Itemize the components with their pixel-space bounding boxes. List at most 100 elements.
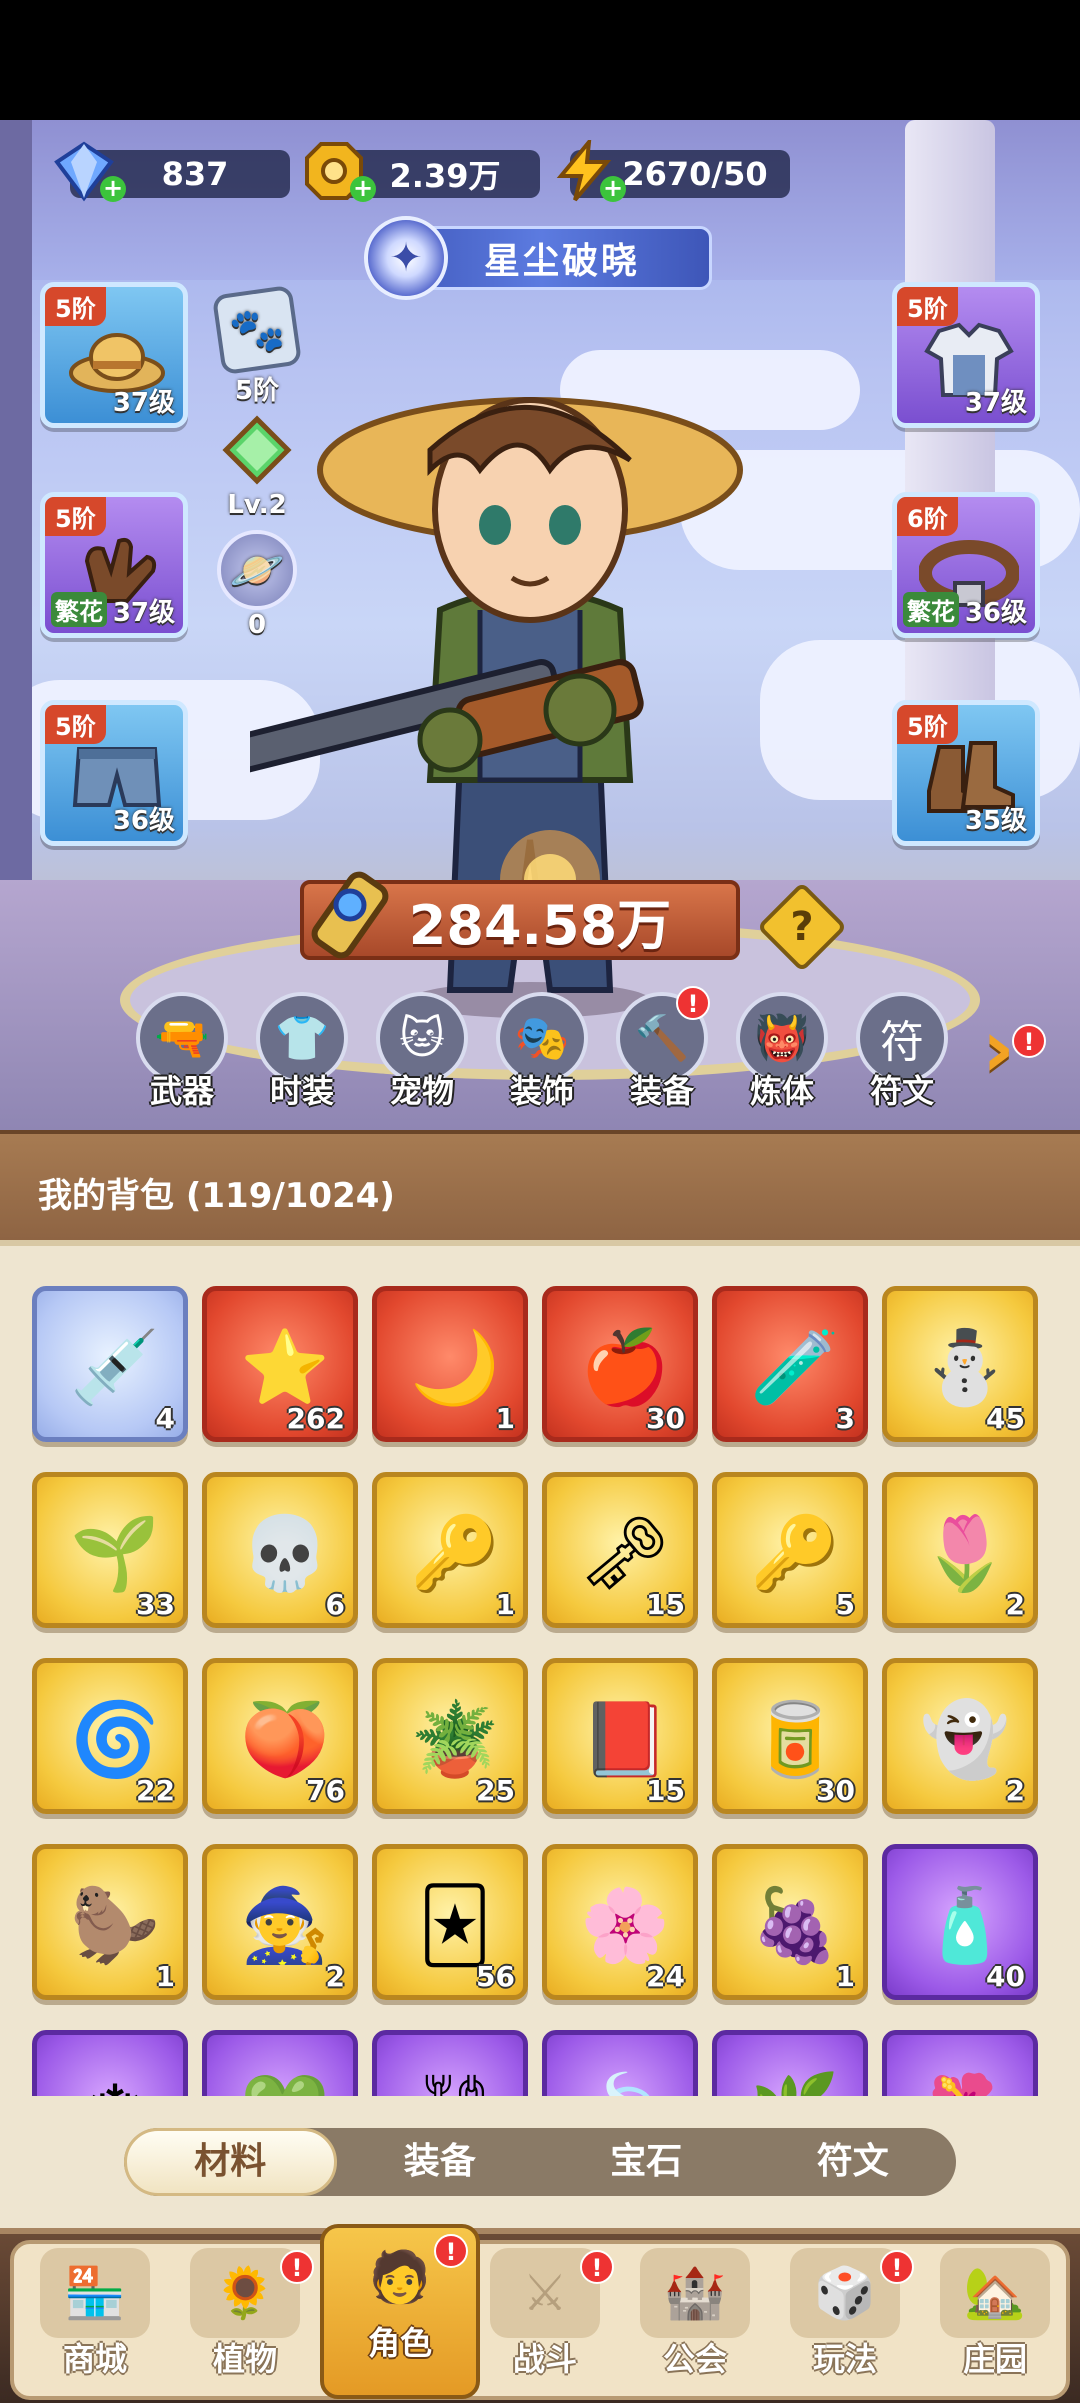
func-rune[interactable]: 符 符文 <box>850 992 954 1116</box>
inventory-item[interactable]: 🌿 <box>712 2030 868 2096</box>
inventory-item[interactable]: 🦫 1 <box>32 1844 188 2000</box>
item-count: 4 <box>155 1402 175 1435</box>
inventory-item[interactable]: ⛄ 45 <box>882 1286 1038 1442</box>
inventory-item[interactable]: 🥫 30 <box>712 1658 868 1814</box>
tab-runes[interactable]: 符文 <box>750 2128 957 2196</box>
func-label: 装饰 <box>509 1072 574 1110</box>
herb-icon: 🌿 <box>743 2059 847 2097</box>
tab-gems[interactable]: 宝石 <box>543 2128 750 2196</box>
gloves-slot[interactable]: 5阶 繁花 37级 <box>40 492 188 638</box>
inventory-item[interactable]: 🌺 <box>882 2030 1038 2096</box>
inventory-item[interactable]: ⛓ <box>372 2030 528 2096</box>
inventory-item[interactable]: 🔑 5 <box>712 1472 868 1628</box>
inventory-item[interactable]: 🪴 25 <box>372 1658 528 1814</box>
golden-bulb-icon: 🌷 <box>920 1510 1010 1595</box>
green-gem-icon: 💚 <box>233 2059 337 2097</box>
item-count: 40 <box>986 1960 1025 1993</box>
help-icon: ? <box>790 904 814 950</box>
nav-label: 战斗 <box>512 2340 577 2378</box>
func-fashion[interactable]: 👕 时装 <box>250 992 354 1116</box>
item-count: 15 <box>646 1774 685 1807</box>
syringe-icon: 💉 <box>70 1324 160 1409</box>
inventory-item[interactable]: 💉 4 <box>32 1286 188 1442</box>
inventory-item[interactable]: 🗝 15 <box>542 1472 698 1628</box>
inventory-item[interactable]: 💚 <box>202 2030 358 2096</box>
tab-materials[interactable]: 材料 <box>124 2128 337 2196</box>
slot-level: 35级 <box>964 806 1027 836</box>
nav-item-battle[interactable]: ⚔ 战斗! <box>470 2244 620 2394</box>
character-scene: + 837 + 2.39万 + 2670/50 星尘破晓 ✦ 5阶 37级 5阶… <box>0 120 1080 1130</box>
nav-item-character[interactable]: 🧑 角色! <box>320 2224 480 2399</box>
inventory-item[interactable]: 📕 15 <box>542 1658 698 1814</box>
item-count: 45 <box>986 1402 1025 1435</box>
func-decoration[interactable]: 🎭 装饰 <box>490 992 594 1116</box>
func-body-refine[interactable]: 👹 炼体 <box>730 992 834 1116</box>
inventory-item[interactable]: 🍑 76 <box>202 1658 358 1814</box>
bottom-nav: 🏪 商城 🌻 植物! 🧑 角色! ⚔ 战斗! 🏰 公会 🎲 玩法! 🏡 庄园 <box>0 2224 1080 2403</box>
func-equipment[interactable]: 🔨 装备 ! <box>610 986 714 1116</box>
func-label: 宠物 <box>389 1072 454 1110</box>
manor-icon: 🏡 <box>940 2248 1050 2338</box>
nav-item-shop[interactable]: 🏪 商城 <box>20 2244 170 2394</box>
item-count: 6 <box>325 1588 345 1621</box>
inventory-item[interactable]: 💀 6 <box>202 1472 358 1628</box>
add-energy-icon[interactable]: + <box>600 176 626 202</box>
inventory-item[interactable]: ⭐ 262 <box>202 1286 358 1442</box>
nav-item-plant[interactable]: 🌻 植物! <box>170 2244 320 2394</box>
tab-equipment[interactable]: 装备 <box>337 2128 544 2196</box>
slot-tier: 5阶 <box>45 705 106 744</box>
backpack-panel: 💉 4 ⭐ 262 🌙 1 🍎 30 🧪 3 ⛄ 45 🌱 33 💀 6 🔑 1 🗝 15 🔑 5 🌷 2 🌀 22 🍑 76 🪴 25 📕… <box>0 1240 1080 2240</box>
backpack-tabs: 材料 装备 宝石 符文 <box>124 2128 956 2196</box>
gem-counter[interactable]: + 837 <box>54 141 290 202</box>
nav-item-guild[interactable]: 🏰 公会 <box>620 2244 770 2394</box>
func-weapon[interactable]: 🔫 武器 <box>130 992 234 1116</box>
slot-tier: 5阶 <box>45 287 106 326</box>
item-count: 30 <box>816 1774 855 1807</box>
inventory-item[interactable]: 🌱 33 <box>32 1472 188 1628</box>
inventory-item[interactable]: 👻 2 <box>882 1658 1038 1814</box>
pants-slot[interactable]: 5阶 36级 <box>40 700 188 846</box>
inventory-item[interactable]: 🔑 1 <box>372 1472 528 1628</box>
add-gold-icon[interactable]: + <box>350 176 376 202</box>
inventory-item[interactable]: 🧴 40 <box>882 1844 1038 2000</box>
inventory-item[interactable]: 🍃 <box>542 2030 698 2096</box>
hat-slot[interactable]: 5阶 37级 <box>40 282 188 428</box>
item-count: 1 <box>155 1960 175 1993</box>
inventory-item[interactable]: 🍇 1 <box>712 1844 868 2000</box>
item-count: 1 <box>495 1588 515 1621</box>
item-count: 56 <box>476 1960 515 1993</box>
belt-slot[interactable]: 6阶 繁花 36级 <box>892 492 1040 638</box>
item-count: 22 <box>136 1774 175 1807</box>
inventory-item[interactable]: ❄ <box>32 2030 188 2096</box>
add-gems-icon[interactable]: + <box>100 176 126 202</box>
func-label: 武器 <box>149 1072 214 1110</box>
moon-star-icon: 🌙 <box>410 1324 500 1409</box>
inventory-item[interactable]: 🧪 3 <box>712 1286 868 1442</box>
inventory-item[interactable]: 🌙 1 <box>372 1286 528 1442</box>
nav-item-gameplay[interactable]: 🎲 玩法! <box>770 2244 920 2394</box>
inventory-item[interactable]: 🌀 22 <box>32 1658 188 1814</box>
item-count: 30 <box>646 1402 685 1435</box>
item-count: 25 <box>476 1774 515 1807</box>
backpack-title: 我的背包 (119/1024) <box>38 1176 395 1216</box>
item-grid[interactable]: 💉 4 ⭐ 262 🌙 1 🍎 30 🧪 3 ⛄ 45 🌱 33 💀 6 🔑 1 🗝 15 🔑 5 🌷 2 🌀 22 🍑 76 🪴 25 📕… <box>32 1286 1048 2096</box>
chain-icon: ⛓ <box>403 2059 507 2097</box>
inventory-item[interactable]: 🃏 56 <box>372 1844 528 2000</box>
status-bar <box>0 0 1080 120</box>
item-count: 262 <box>286 1402 345 1435</box>
inventory-item[interactable]: 🧙 2 <box>202 1844 358 2000</box>
inventory-item[interactable]: 🍎 30 <box>542 1286 698 1442</box>
nav-item-manor[interactable]: 🏡 庄园 <box>920 2244 1070 2394</box>
item-count: 2 <box>1005 1588 1025 1621</box>
left-pillar <box>0 120 32 900</box>
gold-counter[interactable]: + 2.39万 <box>305 142 540 202</box>
slot-level: 37级 <box>112 388 175 418</box>
energy-counter[interactable]: + 2670/50 <box>556 140 790 202</box>
grape-icon: 🍇 <box>750 1882 840 1967</box>
clothes-slot[interactable]: 5阶 37级 <box>892 282 1040 428</box>
inventory-item[interactable]: 🌸 24 <box>542 1844 698 2000</box>
inventory-item[interactable]: 🌷 2 <box>882 1472 1038 1628</box>
item-count: 24 <box>646 1960 685 1993</box>
func-pet[interactable]: 🐱 宠物 <box>370 992 474 1116</box>
boots-slot[interactable]: 5阶 35级 <box>892 700 1040 846</box>
